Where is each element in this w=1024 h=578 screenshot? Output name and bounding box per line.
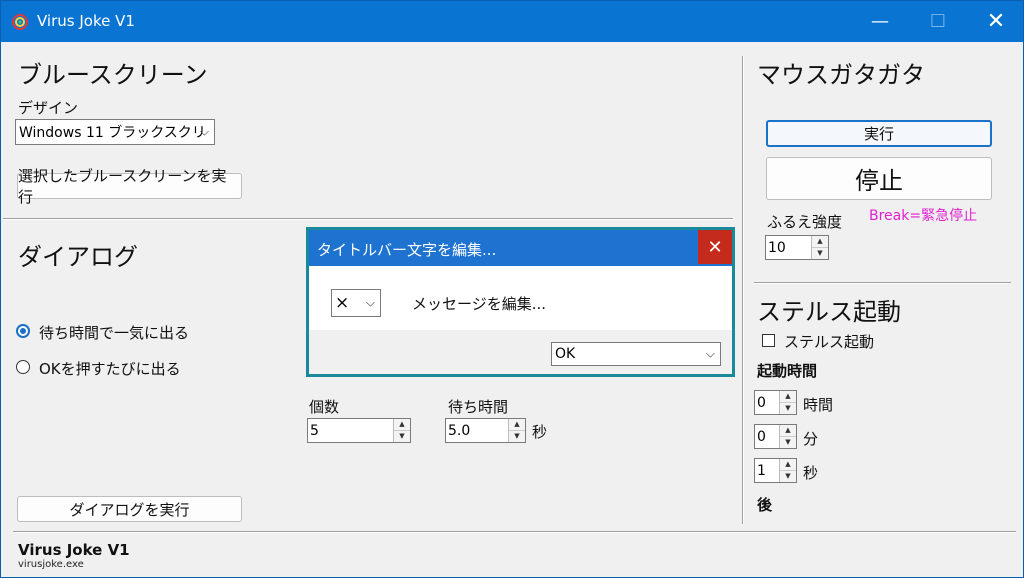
stealth-checkbox-label[interactable]: ステルス起動 xyxy=(784,331,874,352)
stealth-heading: ステルス起動 xyxy=(757,298,901,326)
app-logo-icon xyxy=(12,14,28,30)
wait-stepper[interactable]: 5.0 ▲ ▼ xyxy=(445,418,526,443)
close-icon: ✕ xyxy=(986,9,1006,34)
close-icon: ✕ xyxy=(707,236,723,258)
maximize-icon: ☐ xyxy=(929,11,947,32)
run-dialog-button[interactable]: ダイアログを実行 xyxy=(17,496,242,522)
radio-wait[interactable] xyxy=(16,324,30,338)
minimize-button[interactable]: — xyxy=(851,1,909,42)
spin-up-icon[interactable]: ▲ xyxy=(780,425,796,437)
spin-down-icon[interactable]: ▼ xyxy=(780,403,796,415)
wait-spin-buttons: ▲ ▼ xyxy=(508,419,525,442)
count-spin-buttons: ▲ ▼ xyxy=(393,419,410,442)
design-select[interactable]: Windows 11 ブラックスクリ ⌵ xyxy=(15,119,215,145)
design-label: デザイン xyxy=(18,99,79,117)
dialog-preview-body: タイトルバー文字を編集... ✕ × ⌵ メッセージを編集... OK ⌵ xyxy=(309,230,732,374)
spin-down-icon[interactable]: ▼ xyxy=(780,437,796,449)
preview-icon-value: × xyxy=(335,293,350,313)
radio-wait-label[interactable]: 待ち時間で一気に出る xyxy=(39,322,189,343)
hours-stepper[interactable]: 0 ▲ ▼ xyxy=(754,390,797,415)
spin-up-icon[interactable]: ▲ xyxy=(780,391,796,403)
preview-message-input[interactable]: メッセージを編集... xyxy=(412,293,546,314)
strength-spin-buttons: ▲ ▼ xyxy=(811,236,828,259)
count-label: 個数 xyxy=(309,398,340,416)
window-title: Virus Joke V1 xyxy=(37,12,135,30)
minutes-value: 0 xyxy=(757,428,766,445)
wait-value: 5.0 xyxy=(448,422,471,439)
mouse-run-button[interactable]: 実行 xyxy=(766,120,992,147)
seconds-value: 1 xyxy=(757,462,766,479)
divider-horizontal-right xyxy=(754,282,1011,284)
bluescreen-heading: ブルースクリーン xyxy=(18,61,208,89)
radio-ok[interactable] xyxy=(16,360,30,374)
dialog-heading: ダイアログ xyxy=(18,243,138,271)
spin-up-icon[interactable]: ▲ xyxy=(812,236,828,248)
spin-down-icon[interactable]: ▼ xyxy=(812,248,828,260)
break-hint: Break=緊急停止 xyxy=(869,208,978,224)
strength-label: ふるえ強度 xyxy=(767,213,843,231)
spin-down-icon[interactable]: ▼ xyxy=(780,471,796,483)
spin-up-icon[interactable]: ▲ xyxy=(509,419,525,431)
minutes-spin-buttons: ▲ ▼ xyxy=(779,425,796,448)
maximize-button[interactable]: ☐ xyxy=(909,1,967,42)
title-bar[interactable]: Virus Joke V1 — ☐ ✕ xyxy=(1,1,1023,42)
chevron-down-icon: ⌵ xyxy=(199,124,209,139)
mouse-heading: マウスガタガタ xyxy=(757,61,925,89)
wait-unit: 秒 xyxy=(532,423,548,441)
dialog-preview: タイトルバー文字を編集... ✕ × ⌵ メッセージを編集... OK ⌵ xyxy=(306,227,735,377)
preview-button-value: OK xyxy=(555,346,576,362)
close-button[interactable]: ✕ xyxy=(967,1,1024,42)
count-value: 5 xyxy=(310,422,319,439)
strength-value: 10 xyxy=(768,239,786,256)
stealth-checkbox[interactable] xyxy=(762,334,775,347)
spin-up-icon[interactable]: ▲ xyxy=(780,459,796,471)
count-stepper[interactable]: 5 ▲ ▼ xyxy=(307,418,411,443)
hours-spin-buttons: ▲ ▼ xyxy=(779,391,796,414)
spin-down-icon[interactable]: ▼ xyxy=(509,431,525,443)
after-label: 後 xyxy=(757,496,773,514)
spin-down-icon[interactable]: ▼ xyxy=(394,431,410,443)
mouse-stop-button[interactable]: 停止 xyxy=(766,157,992,200)
minimize-icon: — xyxy=(871,11,889,32)
preview-footer: OK ⌵ xyxy=(309,330,732,374)
seconds-spin-buttons: ▲ ▼ xyxy=(779,459,796,482)
preview-title-input[interactable]: タイトルバー文字を編集... xyxy=(317,239,496,260)
footer-exe-name: virusjoke.exe xyxy=(18,559,84,570)
wait-label: 待ち時間 xyxy=(448,398,509,416)
seconds-stepper[interactable]: 1 ▲ ▼ xyxy=(754,458,797,483)
minutes-stepper[interactable]: 0 ▲ ▼ xyxy=(754,424,797,449)
seconds-unit: 秒 xyxy=(803,464,819,482)
divider-horizontal-left xyxy=(3,218,733,220)
design-select-value: Windows 11 ブラックスクリ xyxy=(19,125,206,141)
run-bluescreen-button[interactable]: 選択したブルースクリーンを実行 xyxy=(17,167,242,206)
app-window: Virus Joke V1 — ☐ ✕ ブルースクリーン デザイン Window… xyxy=(0,0,1024,578)
hours-value: 0 xyxy=(757,394,766,411)
divider-vertical xyxy=(742,56,744,524)
start-time-label: 起動時間 xyxy=(757,362,818,380)
radio-ok-label[interactable]: OKを押すたびに出る xyxy=(39,358,181,379)
preview-icon-select[interactable]: × ⌵ xyxy=(331,289,381,317)
preview-close-button: ✕ xyxy=(698,230,732,264)
chevron-down-icon: ⌵ xyxy=(705,346,715,361)
chevron-down-icon: ⌵ xyxy=(365,295,375,310)
preview-titlebar: タイトルバー文字を編集... ✕ xyxy=(309,230,732,266)
preview-button-select[interactable]: OK ⌵ xyxy=(551,342,721,366)
spin-up-icon[interactable]: ▲ xyxy=(394,419,410,431)
divider-footer xyxy=(13,531,1016,533)
minutes-unit: 分 xyxy=(803,430,819,448)
footer-app-name: Virus Joke V1 xyxy=(18,541,130,559)
hours-unit: 時間 xyxy=(803,396,834,414)
strength-stepper[interactable]: 10 ▲ ▼ xyxy=(765,235,829,260)
